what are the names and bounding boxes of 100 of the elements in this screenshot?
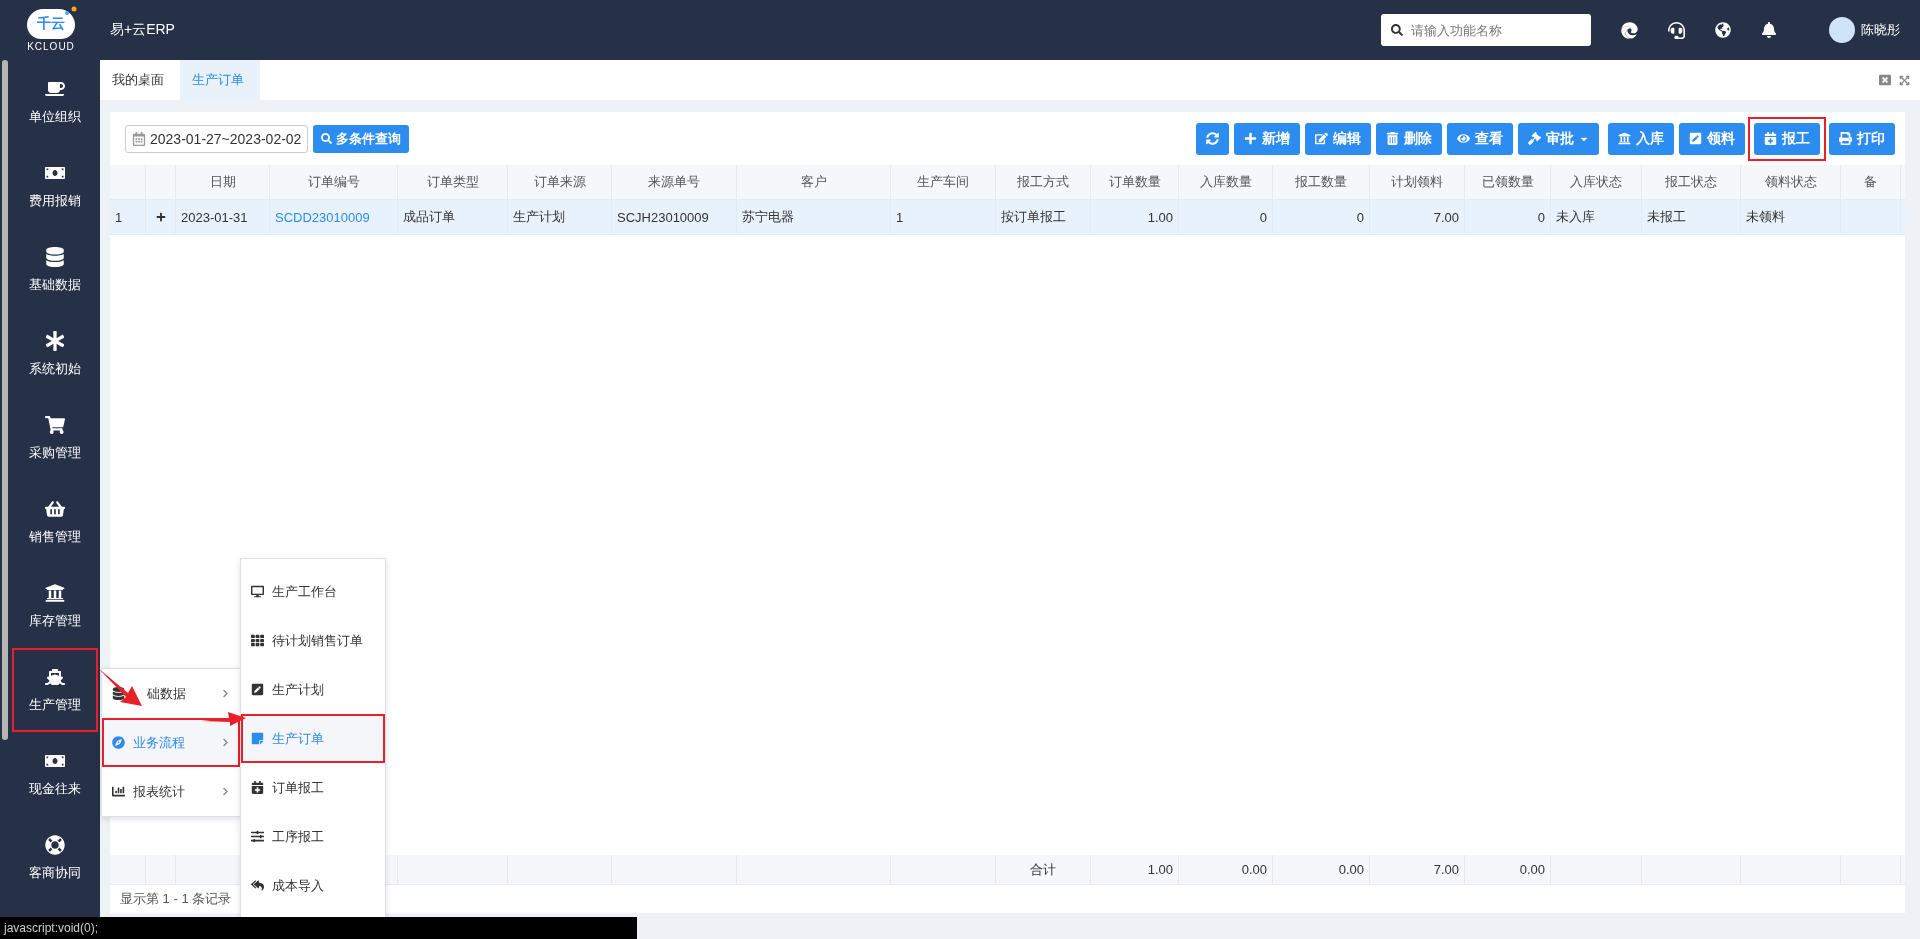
table-cell: 0 bbox=[1273, 200, 1370, 234]
eye-icon bbox=[1457, 132, 1470, 145]
plus-icon bbox=[1244, 132, 1257, 145]
sidebar-item[interactable]: 费用报销 bbox=[12, 144, 98, 228]
status-bar: javascript:void(0); bbox=[0, 917, 637, 939]
table-cell: 按订单报工 bbox=[996, 200, 1091, 234]
sliders-icon bbox=[251, 830, 264, 843]
total-cell: 0.00 bbox=[1465, 855, 1551, 884]
column-header: 生产车间 bbox=[891, 165, 996, 199]
sidebar-item[interactable]: 采购管理 bbox=[12, 396, 98, 480]
fullscreen-icon[interactable] bbox=[1899, 74, 1910, 86]
trash-icon bbox=[1386, 132, 1399, 145]
table-cell: 未领料 bbox=[1741, 200, 1841, 234]
table-cell: 1 bbox=[891, 200, 996, 234]
bank-icon bbox=[1618, 132, 1631, 145]
column-header: 报工数量 bbox=[1273, 165, 1370, 199]
avatar[interactable] bbox=[1829, 17, 1855, 43]
chevron-icon bbox=[221, 787, 230, 796]
expand-icon[interactable] bbox=[155, 212, 166, 222]
total-cell: 0.00 bbox=[1179, 855, 1273, 884]
column-header: 入库数量 bbox=[1179, 165, 1273, 199]
sidebar-item[interactable]: 基础数据 bbox=[12, 228, 98, 312]
cart-icon bbox=[45, 414, 65, 435]
printer-icon bbox=[1839, 132, 1852, 145]
chevron-icon bbox=[221, 689, 230, 698]
column-header: 报工方式 bbox=[996, 165, 1091, 199]
bell-icon[interactable] bbox=[1761, 22, 1777, 38]
column-header: 已领数量 bbox=[1465, 165, 1551, 199]
column-header: 日期 bbox=[176, 165, 270, 199]
menu-item[interactable]: 订单报工 bbox=[241, 763, 385, 812]
row-number: 1 bbox=[110, 200, 146, 234]
close-tabs-icon[interactable] bbox=[1879, 74, 1891, 86]
column-header: 订单编号 bbox=[270, 165, 398, 199]
sidebar-item[interactable]: 单位组织 bbox=[12, 60, 98, 144]
search-icon bbox=[321, 133, 333, 144]
table-cell: 0 bbox=[1179, 200, 1273, 234]
search-field[interactable]: 请输入功能名称 bbox=[1381, 14, 1591, 46]
chevron-icon bbox=[221, 738, 230, 747]
monitor-icon bbox=[251, 585, 264, 598]
toolbar-button[interactable] bbox=[1196, 122, 1229, 155]
note-icon bbox=[251, 732, 264, 745]
calendar-plus-icon bbox=[251, 781, 264, 794]
dots-icon bbox=[64, 6, 78, 16]
table-cell: 2023-01-31 bbox=[176, 200, 270, 234]
table-cell: 7.00 bbox=[1370, 200, 1465, 234]
bank-icon bbox=[45, 582, 65, 603]
compass-icon bbox=[112, 736, 125, 749]
date-range-field[interactable]: 2023-01-27~2023-02-02 bbox=[125, 124, 309, 153]
sidebar-item[interactable]: 现金往来 bbox=[12, 732, 98, 816]
menu-item[interactable]: 工序报工 bbox=[241, 812, 385, 861]
column-header: 报工状态 bbox=[1642, 165, 1741, 199]
bar-chart-icon bbox=[112, 785, 125, 798]
table-row[interactable]: 1 2023-01-31 SCDD23010009 成品订单 生产计划 SCJH23010009 苏宁电器 1 按订单报工 1.00 0 0 7.00 0 未入库 未报工 未领料 bbox=[110, 200, 1905, 235]
sidebar-item[interactable]: 系统初始 bbox=[12, 312, 98, 396]
browser-icon[interactable] bbox=[1621, 21, 1638, 39]
sidebar-item[interactable]: 客商协同 bbox=[12, 816, 98, 900]
menu-item[interactable]: 础数据 bbox=[102, 669, 240, 718]
menu-item[interactable]: 报表统计 bbox=[102, 767, 240, 816]
menu-item[interactable]: 待计划销售订单 bbox=[241, 616, 385, 665]
table-cell: 成品订单 bbox=[398, 200, 508, 234]
table-cell: 未入库 bbox=[1551, 200, 1642, 234]
pencil-icon bbox=[251, 683, 264, 696]
headset-icon[interactable] bbox=[1668, 21, 1685, 39]
total-cell: 0.00 bbox=[1273, 855, 1370, 884]
annotation-arrow bbox=[98, 668, 142, 706]
sidebar-item[interactable]: 销售管理 bbox=[12, 480, 98, 564]
calendar-plus-icon bbox=[1764, 132, 1777, 145]
sidebar-item[interactable]: 库存管理 bbox=[12, 564, 98, 648]
column-header: 订单来源 bbox=[508, 165, 612, 199]
refresh-icon bbox=[1206, 132, 1219, 145]
grid-icon bbox=[251, 634, 264, 647]
scrollbar-thumb[interactable] bbox=[2, 60, 8, 740]
table-cell: 苏宁电器 bbox=[737, 200, 891, 234]
asterisk-icon bbox=[45, 330, 65, 351]
reply-icon bbox=[251, 879, 264, 892]
column-header: 客户 bbox=[737, 165, 891, 199]
menu-item[interactable]: 生产工作台 bbox=[241, 567, 385, 616]
pencil-icon bbox=[1689, 132, 1702, 145]
total-cell: 7.00 bbox=[1370, 855, 1465, 884]
menu-item[interactable]: 成本导入 bbox=[241, 861, 385, 910]
logo-cloud: 千云 bbox=[27, 8, 75, 39]
table-cell: SCJH23010009 bbox=[612, 200, 737, 234]
table-cell: 0 bbox=[1465, 200, 1551, 234]
sidebar-item[interactable]: 生产管理 bbox=[12, 648, 98, 732]
total-label: 合计 bbox=[996, 855, 1091, 884]
globe-icon[interactable] bbox=[1715, 22, 1731, 38]
app-name: 易+云ERP bbox=[110, 21, 175, 39]
menu-item[interactable]: 生产计划 bbox=[241, 665, 385, 714]
column-header: 来源单号 bbox=[612, 165, 737, 199]
column-header: 订单类型 bbox=[398, 165, 508, 199]
column-header: 领料状态 bbox=[1741, 165, 1841, 199]
table-cell: 生产计划 bbox=[508, 200, 612, 234]
table-cell: 未报工 bbox=[1642, 200, 1741, 234]
lifebuoy-icon bbox=[45, 834, 65, 855]
user-name[interactable]: 陈晓彤 bbox=[1861, 21, 1900, 39]
gavel-icon bbox=[1528, 132, 1541, 145]
table-cell: 1.00 bbox=[1091, 200, 1179, 234]
edit-icon bbox=[1315, 132, 1328, 145]
pagination-info: 显示第 1 - 1 条记录 bbox=[120, 890, 232, 908]
search-icon bbox=[1391, 24, 1403, 36]
